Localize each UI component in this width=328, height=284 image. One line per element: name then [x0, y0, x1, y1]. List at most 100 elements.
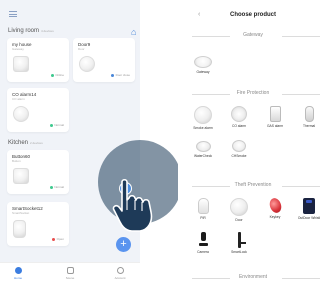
- device-card-co-alarm[interactable]: CO alarm14 CO alarm Normal: [7, 88, 69, 132]
- status-dot-icon: [52, 237, 56, 241]
- product-label: SmartLock: [231, 250, 247, 254]
- device-card-button[interactable]: Button60 Button Normal: [7, 150, 69, 194]
- device-status: Online: [50, 73, 64, 77]
- product-watercheck[interactable]: WaterCheck: [188, 136, 218, 158]
- product-label: GAS alarm: [266, 124, 284, 128]
- device-status: Normal: [49, 123, 64, 127]
- co-alarm-image: [13, 106, 29, 122]
- button-image: [13, 168, 29, 184]
- product-label: Keykey: [269, 215, 281, 219]
- device-type: Door: [78, 47, 85, 51]
- room-name: Kitchen: [8, 140, 29, 146]
- product-label: CHSmoke: [231, 154, 247, 158]
- keyfob-image: [267, 196, 283, 215]
- gas-alarm-image: [269, 106, 281, 122]
- device-type: Gateway: [12, 47, 24, 51]
- section-label: Theft Prevention: [234, 182, 272, 188]
- section-theft-prevention: Theft Prevention: [178, 180, 328, 192]
- device-card-door[interactable]: Door9 Door Door close: [73, 38, 135, 82]
- home-tab-icon: [14, 267, 22, 274]
- account-tab-icon: [116, 267, 124, 274]
- product-outdoor-whistle[interactable]: OutDoor Whistl: [294, 198, 324, 220]
- product-chsmoke[interactable]: CHSmoke: [224, 136, 254, 158]
- product-door[interactable]: Door: [224, 198, 254, 222]
- device-card-smartsocket[interactable]: SmartSocket12 SmartSocket Open: [7, 202, 69, 246]
- thermal-sensor-image: [304, 106, 314, 122]
- tab-account[interactable]: Account: [105, 267, 135, 280]
- product-thermal[interactable]: Thermal: [294, 106, 324, 128]
- door-sensor-image: [79, 56, 95, 72]
- device-status: Normal: [49, 185, 64, 189]
- home-screen: ⌂ Living room 4 devices my house Gateway …: [0, 0, 140, 284]
- room-count: 2 devices: [30, 141, 43, 145]
- status-dot-icon: [49, 185, 53, 189]
- outdoor-siren-image: [303, 198, 315, 214]
- status-dot-icon: [50, 73, 54, 77]
- section-gateway: Gateway: [178, 30, 328, 42]
- device-status: Door close: [111, 73, 130, 77]
- smartsocket-image: [13, 220, 26, 238]
- tab-home[interactable]: Home: [3, 267, 33, 280]
- page-title: Choose product: [230, 12, 276, 18]
- status-dot-icon: [49, 123, 53, 127]
- product-label: OutDoor Whistl: [297, 216, 321, 220]
- product-smoke-alarm[interactable]: Smoke alarm: [188, 106, 218, 130]
- tab-label: Account: [114, 275, 126, 280]
- product-smartlock[interactable]: SmartLock: [224, 232, 254, 254]
- smoke-alarm-image: [194, 106, 212, 124]
- status-text: Normal: [54, 123, 64, 127]
- tab-scene[interactable]: Scene: [55, 267, 85, 280]
- status-dot-icon: [111, 73, 115, 77]
- product-label: CO alarm: [231, 124, 247, 128]
- tab-label: Home: [13, 275, 22, 280]
- door-sensor-image: [230, 198, 248, 216]
- bottom-tab-bar: Home Scene Account: [0, 262, 140, 284]
- co-alarm-image: [231, 106, 247, 122]
- product-label: Thermal: [302, 124, 316, 128]
- product-pir[interactable]: PIR: [188, 198, 218, 220]
- section-fire-protection: Fire Protection: [178, 88, 328, 100]
- status-text: Open: [56, 237, 64, 241]
- section-label: Fire Protection: [236, 90, 270, 96]
- device-status: Open: [52, 237, 64, 241]
- gateway-image: [194, 56, 212, 68]
- section-label: Environment: [238, 274, 268, 280]
- status-text: Normal: [54, 185, 64, 189]
- room-count: 4 devices: [41, 29, 54, 33]
- smartlock-image: [235, 232, 246, 248]
- room-name: Living room: [8, 28, 40, 34]
- scene-tab-icon: [66, 267, 74, 274]
- product-label: Gateway: [196, 70, 210, 74]
- chsmoke-image: [232, 140, 246, 152]
- product-label: PIR: [200, 216, 206, 220]
- house-icon[interactable]: ⌂: [131, 28, 140, 37]
- menu-icon[interactable]: [9, 11, 17, 17]
- water-sensor-image: [195, 141, 211, 152]
- pointing-hand-icon: [112, 178, 153, 232]
- add-device-button[interactable]: +: [116, 237, 131, 252]
- product-label: Door: [235, 218, 243, 222]
- product-gas-alarm[interactable]: GAS alarm: [260, 106, 290, 128]
- tab-label: Scene: [65, 275, 75, 280]
- product-camera[interactable]: Camera: [188, 232, 218, 254]
- pir-sensor-image: [197, 198, 209, 214]
- room-title-living: Living room 4 devices: [8, 28, 54, 34]
- device-type: SmartSocket: [12, 211, 30, 215]
- device-type: Button: [12, 159, 21, 163]
- section-environment: Environment: [178, 272, 328, 284]
- camera-image: [199, 232, 208, 248]
- product-label: Camera: [197, 250, 209, 254]
- gateway-image: [13, 56, 29, 72]
- choose-product-screen: ‹ Choose product Gateway Gateway Fire Pr…: [178, 0, 328, 284]
- status-text: Door close: [115, 73, 130, 77]
- product-gateway[interactable]: Gateway: [188, 52, 218, 74]
- device-card-gateway[interactable]: my house Gateway Online: [7, 38, 69, 82]
- product-label: WaterCheck: [193, 154, 212, 158]
- device-type: CO alarm: [12, 97, 25, 101]
- product-keykey[interactable]: Keykey: [260, 196, 290, 219]
- room-title-kitchen: Kitchen 2 devices: [8, 140, 43, 146]
- product-label: Smoke alarm: [193, 126, 213, 130]
- status-text: Online: [55, 73, 64, 77]
- section-label: Gateway: [243, 32, 263, 38]
- product-co-alarm[interactable]: CO alarm: [224, 106, 254, 128]
